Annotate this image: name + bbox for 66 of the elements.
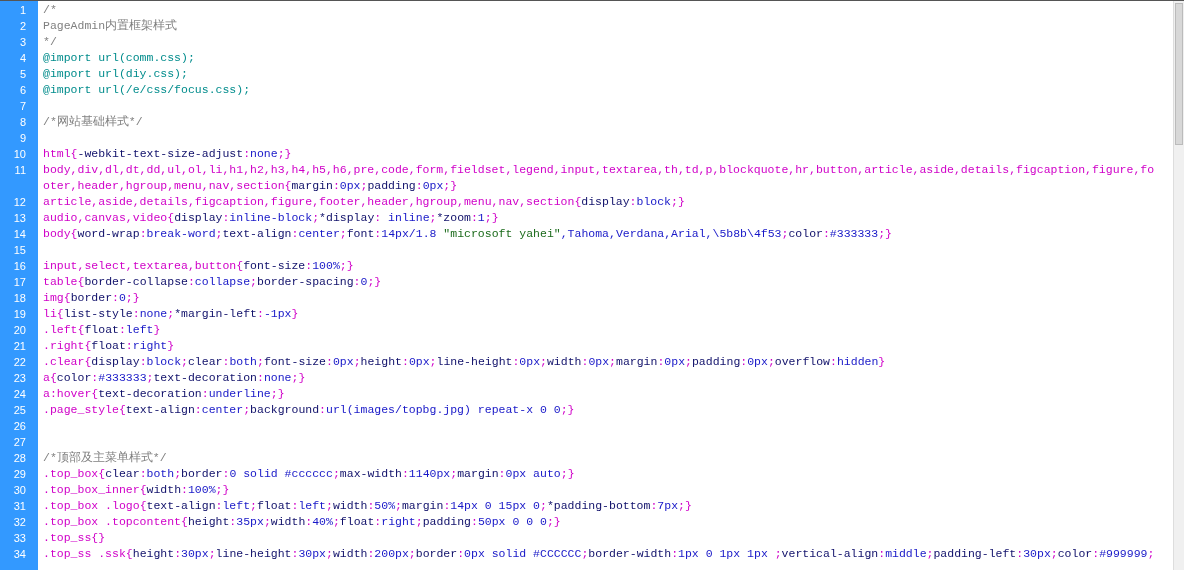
line-number: 2 — [19, 19, 26, 34]
code-line: /* — [43, 3, 57, 16]
code-line: PageAdmin内置框架样式 — [43, 19, 178, 32]
code-line: .right{float:right} — [43, 339, 175, 352]
code-line: oter,header,hgroup,menu,nav,section{margin:0px;padding:0px;} — [43, 179, 458, 192]
code-line: @import url(comm.css); — [43, 51, 195, 64]
line-number: 29 — [13, 467, 26, 482]
code-line: */ — [43, 35, 57, 48]
code-line: a:hover{text-decoration:underline;} — [43, 387, 285, 400]
line-number: 20 — [13, 323, 26, 338]
code-line: a{color:#333333;text-decoration:none;} — [43, 371, 306, 384]
line-number: 32 — [13, 515, 26, 530]
code-line: table{border-collapse:collapse;border-spacing:0;} — [43, 275, 382, 288]
line-number: 4 — [19, 51, 26, 66]
code-line: .clear{display:block;clear:both;font-size:0px;height:0px;line-height:0px;width:0px;margin:0px;padding:0px;overflow:hidden} — [43, 355, 886, 368]
line-number: 18 — [13, 291, 26, 306]
code-line: html{-webkit-text-size-adjust:none;} — [43, 147, 292, 160]
code-line: @import url(diy.css); — [43, 67, 188, 80]
line-number: 5 — [19, 67, 26, 82]
line-number: 26 — [13, 419, 26, 434]
line-number: 24 — [13, 387, 26, 402]
line-number: 17 — [13, 275, 26, 290]
scrollbar[interactable] — [1173, 1, 1184, 570]
line-number: 1 — [19, 3, 26, 18]
line-number: 14 — [13, 227, 26, 242]
code-line: .page_style{text-align:center;background:url(images/topbg.jpg) repeat-x 0 0;} — [43, 403, 575, 416]
line-number: 23 — [13, 371, 26, 386]
code-line: .top_ss .ssk{height:30px;line-height:30px;width:200px;border:0px solid #CCCCCC;border-width:1px 0 1px 1px ;vertical-align:middle;padding-left:30px;color:#999999; — [43, 547, 1155, 560]
line-number: 19 — [13, 307, 26, 322]
line-number: 13 — [13, 211, 26, 226]
line-number: 11 — [14, 163, 26, 178]
code-line: body,div,dl,dt,dd,ul,ol,li,h1,h2,h3,h4,h5,h6,pre,code,form,fieldset,legend,input,textarea,th,td,p,blockquote,hr,button,article,aside,details,figcaption,figure,fo — [43, 163, 1155, 176]
code-line: @import url(/e/css/focus.css); — [43, 83, 251, 96]
line-number: 28 — [13, 451, 26, 466]
scrollbar-thumb[interactable] — [1175, 3, 1183, 145]
line-number: 12 — [13, 195, 26, 210]
code-line: body{word-wrap:break-word;text-align:center;font:14px/1.8 "microsoft yahei",Tahoma,Verdana,Arial,\5b8b\4f53;color:#333333;} — [43, 227, 892, 240]
line-number: 7 — [19, 99, 26, 114]
code-line: li{list-style:none;*margin-left:-1px} — [43, 307, 299, 320]
code-line: .top_ss{} — [43, 531, 106, 544]
line-number: 34 — [13, 547, 26, 562]
line-number: 30 — [13, 483, 26, 498]
line-number: 25 — [13, 403, 26, 418]
code-line: article,aside,details,figcaption,figure,footer,header,hgroup,menu,nav,section{display:block;} — [43, 195, 685, 208]
line-number: 15 — [13, 243, 26, 258]
code-line: img{border:0;} — [43, 291, 140, 304]
line-number: 21 — [13, 339, 26, 354]
line-number: 31 — [13, 499, 26, 514]
line-number: 3 — [19, 35, 26, 50]
line-number: 27 — [13, 435, 26, 450]
line-number: 6 — [19, 83, 26, 98]
code-line: /*网站基础样式*/ — [43, 115, 143, 128]
line-number: 8 — [19, 115, 26, 130]
line-number: 33 — [13, 531, 26, 546]
code-line: input,select,textarea,button{font-size:100%;} — [43, 259, 354, 272]
code-line: audio,canvas,video{display:inline-block;*display: inline;*zoom:1;} — [43, 211, 499, 224]
line-number: 10 — [13, 147, 26, 162]
code-line: /*顶部及主菜单样式*/ — [43, 451, 167, 464]
line-number: 22 — [13, 355, 26, 370]
line-number: 9 — [19, 131, 26, 146]
code-line: .top_box .topcontent{height:35px;width:40%;float:right;padding:50px 0 0 0;} — [43, 515, 561, 528]
line-number: 16 — [13, 259, 26, 274]
code-line: .top_box .logo{text-align:left;float:left;width:50%;margin:14px 0 15px 0;*padding-bottom:7px;} — [43, 499, 692, 512]
code-line: .top_box{clear:both;border:0 solid #cccccc;max-width:1140px;margin:0px auto;} — [43, 467, 575, 480]
code-line: .left{float:left} — [43, 323, 161, 336]
code-line: .top_box_inner{width:100%;} — [43, 483, 230, 496]
